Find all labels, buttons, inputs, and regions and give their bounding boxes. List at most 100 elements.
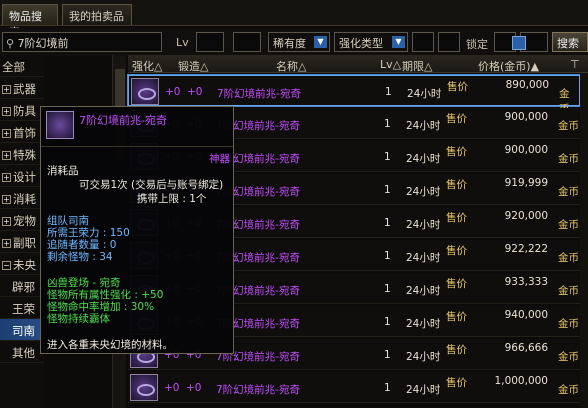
tab-item-search[interactable]: 物品搜索 <box>2 4 58 39</box>
lv-label: Lv <box>176 36 189 49</box>
price-cell: 922,222 <box>504 243 548 255</box>
sidebar-item-wangrong[interactable]: 王荣 <box>0 297 44 319</box>
plus-icon[interactable]: + <box>2 85 11 94</box>
price-label: 售价 <box>446 377 467 389</box>
sidebar-item-pet[interactable]: + 宠物 <box>0 209 44 231</box>
price-cell: 940,000 <box>504 309 548 321</box>
category-sidebar: 全部 + 武器 + 防具 + 首饰 + 特殊 + 设计 + 消耗 + 宠物 + 副职 − 未央 辟… <box>0 55 44 408</box>
lv-max-input[interactable] <box>233 32 261 52</box>
lv-cell: 1 <box>384 151 391 163</box>
rarity-value: 稀有度 <box>273 37 306 50</box>
item-icon <box>130 374 158 401</box>
enhance-cell: +0 <box>164 382 180 394</box>
chevron-down-icon: ▼ <box>314 36 327 48</box>
lv-cell: 1 <box>385 86 392 98</box>
tab-my-auctions[interactable]: 我的拍卖品 <box>62 4 132 25</box>
price-label: 售价 <box>446 278 467 290</box>
sidebar-item-consumable[interactable]: + 消耗 <box>0 187 44 209</box>
enhance-type-select[interactable]: 强化类型 ▼ <box>334 32 408 52</box>
header-period[interactable]: 期限△ <box>402 58 432 74</box>
forge-cell: +0 <box>186 382 202 394</box>
lock-checkbox[interactable] <box>512 36 526 50</box>
header-name[interactable]: 名称△ <box>276 58 306 74</box>
rarity-select[interactable]: 稀有度 ▼ <box>268 32 330 52</box>
period-cell: 24小时 <box>406 153 441 165</box>
header-price[interactable]: 价格(金币)▲ <box>478 58 539 74</box>
tooltip-line8: 怪物持续霸体 <box>47 313 110 325</box>
keyword-input[interactable]: ⚲ 7阶幻境前 <box>2 32 162 52</box>
price-label: 售价 <box>446 311 467 323</box>
sidebar-item-bixie[interactable]: 辟邪 <box>0 275 44 297</box>
search-icon: ⚲ <box>6 37 18 50</box>
lv-cell: 1 <box>384 283 391 295</box>
tab-bar: 物品搜索 我的拍卖品 <box>0 0 588 39</box>
header-enhance[interactable]: 强化△ <box>132 58 162 74</box>
price-cell: 933,333 <box>504 276 548 288</box>
period-cell: 24小时 <box>406 384 441 396</box>
tooltip-type: 消耗品 <box>47 165 79 177</box>
tooltip-title: 7阶幻境前兆-宛奇 <box>79 114 167 127</box>
price-cell: 920,000 <box>504 210 548 222</box>
period-cell: 24小时 <box>407 88 442 100</box>
plus-icon[interactable]: + <box>2 129 11 138</box>
sidebar-item-weapon[interactable]: + 武器 <box>0 77 44 99</box>
enhance-type-value: 强化类型 <box>339 37 383 50</box>
item-icon <box>46 111 74 139</box>
sidebar-item-all[interactable]: 全部 <box>0 55 44 77</box>
enhance-min-input[interactable] <box>412 32 434 52</box>
table-row[interactable]: +0 +0 7阶幻境前兆-宛奇 1 24小时 售价 1,000,000 金币 <box>128 372 580 403</box>
tooltip-desc: 进入各重未央幻境的材料。 <box>47 339 173 351</box>
lv-cell: 1 <box>384 382 391 394</box>
sidebar-item-armor[interactable]: + 防具 <box>0 99 44 121</box>
currency-cell: 金币 <box>558 351 579 363</box>
price-label: 售价 <box>446 179 467 191</box>
period-cell: 24小时 <box>406 219 441 231</box>
search-bar: ⚲ 7阶幻境前 Lv 稀有度 ▼ 强化类型 ▼ 锁定 <box>0 28 588 56</box>
sidebar-item-jewelry[interactable]: + 首饰 <box>0 121 44 143</box>
price-label: 售价 <box>446 245 467 257</box>
enhance-max-input[interactable] <box>438 32 460 52</box>
lock-label: 锁定 <box>466 38 488 51</box>
sidebar-item-sinan[interactable]: 司南 <box>0 319 44 341</box>
price-cell: 900,000 <box>504 144 548 156</box>
chevron-down-icon: ▼ <box>392 36 405 48</box>
currency-cell: 金币 <box>558 285 579 297</box>
sidebar-item-other[interactable]: 其他 <box>0 341 44 363</box>
plus-icon[interactable]: + <box>2 239 11 248</box>
item-tooltip: 7阶幻境前兆-宛奇 神器 消耗品 可交易1次 (交易后与账号绑定) 携带上限 :… <box>40 106 234 354</box>
lv-cell: 1 <box>384 349 391 361</box>
price-cell: 919,999 <box>504 177 548 189</box>
sidebar-item-design[interactable]: + 设计 <box>0 165 44 187</box>
name-cell: 7阶幻境前兆-宛奇 <box>216 384 300 396</box>
currency-cell: 金币 <box>558 120 579 132</box>
table-row[interactable]: +0+07阶幻境前兆-宛奇124小时售价890,000金币 <box>127 74 581 115</box>
results-scrollbar[interactable] <box>580 73 588 408</box>
header-forge[interactable]: 锻造△ <box>178 58 208 74</box>
price-cell: 1,000,000 <box>494 375 548 387</box>
tooltip-line4: 剩余怪物 : 34 <box>47 251 113 263</box>
currency-cell: 金币 <box>558 252 579 264</box>
tooltip-stack: 携带上限 : 1个 <box>137 193 207 205</box>
plus-icon[interactable]: + <box>2 195 11 204</box>
lv-min-input[interactable] <box>196 32 224 52</box>
plus-icon[interactable]: + <box>2 151 11 160</box>
item-icon <box>131 78 159 105</box>
price-label: 售价 <box>446 113 467 125</box>
search-button[interactable]: 搜索 <box>552 32 588 52</box>
lv-cell: 1 <box>384 184 391 196</box>
period-cell: 24小时 <box>406 285 441 297</box>
minus-icon[interactable]: − <box>2 261 11 270</box>
lv-cell: 1 <box>384 250 391 262</box>
lv-cell: 1 <box>384 118 391 130</box>
results-header: 强化△ 锻造△ 名称△ Lv△ 期限△ 价格(金币)▲ ⊤ <box>128 55 588 73</box>
header-lv[interactable]: Lv△ <box>380 58 401 71</box>
pin-icon: ⊤ <box>570 58 580 71</box>
sidebar-item-subjob[interactable]: + 副职 <box>0 231 44 253</box>
plus-icon[interactable]: + <box>2 173 11 182</box>
sidebar-item-weiyang[interactable]: − 未央 <box>0 253 44 275</box>
price-label: 售价 <box>446 212 467 224</box>
sidebar-item-special[interactable]: + 特殊 <box>0 143 44 165</box>
plus-icon[interactable]: + <box>2 107 11 116</box>
tooltip-trade: 可交易1次 (交易后与账号绑定) <box>79 179 224 191</box>
plus-icon[interactable]: + <box>2 217 11 226</box>
